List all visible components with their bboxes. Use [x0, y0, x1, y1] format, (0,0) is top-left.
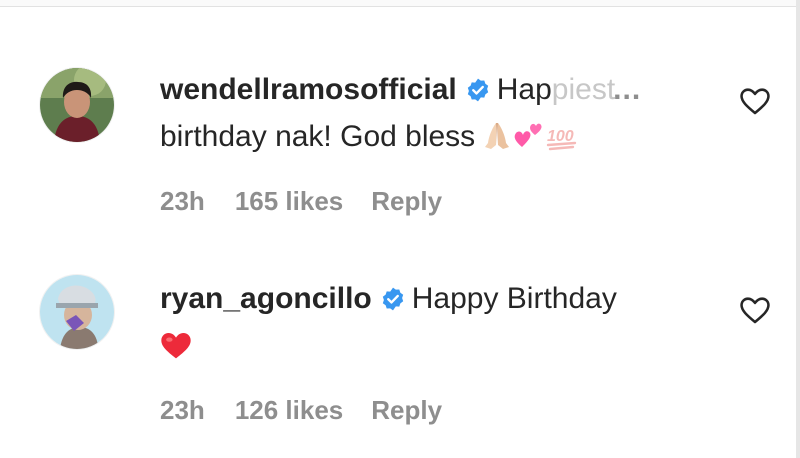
two-hearts-emoji	[513, 119, 545, 163]
like-heart-icon[interactable]	[738, 293, 772, 327]
comment-text-line2: birthday nak! God bless	[160, 120, 476, 153]
comment-text-start: Hap	[496, 73, 552, 106]
timestamp[interactable]: 23h	[160, 395, 205, 425]
reply-button[interactable]: Reply	[371, 186, 442, 216]
username[interactable]: wendellramosofficial	[160, 73, 457, 106]
red-heart-emoji	[160, 329, 192, 372]
avatar[interactable]	[40, 275, 114, 349]
comment-text: ryan_agoncillo Happy Birthday	[160, 277, 690, 372]
avatar[interactable]	[40, 68, 114, 142]
comment-meta: 23h 126 likes Reply	[160, 395, 470, 425]
likes-count[interactable]: 126 likes	[235, 395, 343, 425]
hundred-points-emoji: 100	[545, 120, 579, 163]
verified-badge-icon	[465, 72, 491, 115]
username[interactable]: ryan_agoncillo	[160, 282, 372, 315]
comment-meta: 23h 165 likes Reply	[160, 186, 470, 216]
more-button[interactable]: ...	[613, 73, 641, 106]
likes-count[interactable]: 165 likes	[235, 186, 343, 216]
comment-text-start: Happy Birthday	[411, 282, 617, 315]
like-heart-icon[interactable]	[738, 84, 772, 118]
reply-button[interactable]: Reply	[371, 395, 442, 425]
scrollbar-track[interactable]	[796, 0, 800, 458]
comment-text: wendellramosofficial Happiest... birthday…	[160, 68, 690, 163]
verified-badge-icon	[380, 281, 406, 324]
top-divider	[0, 0, 800, 7]
timestamp[interactable]: 23h	[160, 186, 205, 216]
comment-text-faded: piest	[551, 73, 616, 106]
folded-hands-emoji	[481, 120, 513, 163]
